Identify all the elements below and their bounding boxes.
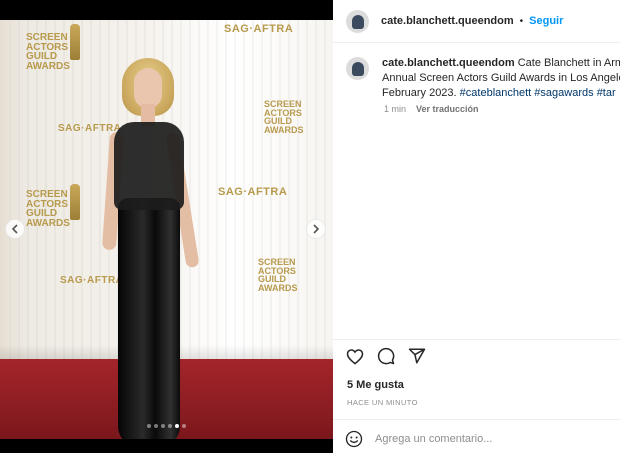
caption-meta: 1 min Ver traducción	[384, 104, 479, 114]
post-timestamp: HACE UN MINUTO	[347, 398, 418, 407]
sag-aftra-logo: SAG·AFTRA	[224, 23, 294, 35]
post-detail-panel: cate.blanchett.queendom • Seguir cate.bl…	[333, 0, 620, 453]
hashtag-link[interactable]: #tar	[597, 87, 616, 99]
carousel-dot	[147, 424, 151, 428]
caption-line-2: Annual Screen Actors Guild Awards in Los…	[382, 72, 620, 84]
hashtag-link[interactable]: #sagawards	[534, 87, 593, 99]
carousel-dot	[168, 424, 172, 428]
hashtag-link[interactable]: #cateblanchett	[460, 87, 532, 99]
divider	[333, 419, 620, 420]
sag-awards-logo: SCREEN ACTORS GUILD AWARDS	[26, 32, 70, 72]
carousel-dots	[0, 424, 333, 428]
post-photo[interactable]: SCREEN ACTORS GUILD AWARDS SAG·AFTRA SAG…	[0, 20, 333, 439]
caption-text: cate.blanchett.queendom Cate Blanchett i…	[382, 56, 620, 101]
follow-button[interactable]: Seguir	[529, 15, 563, 27]
caption-line-3-text: February 2023.	[382, 87, 457, 99]
actor-statue-icon	[70, 24, 80, 60]
caption-line-1: cate.blanchett.queendom Cate Blanchett i…	[382, 56, 620, 71]
heart-icon	[346, 348, 364, 365]
share-button[interactable]	[407, 346, 427, 366]
carousel-dot	[154, 424, 158, 428]
like-button[interactable]	[345, 346, 365, 366]
action-bar	[345, 346, 427, 366]
caption-line-3: February 2023. #cateblanchett #sagawards…	[382, 86, 620, 101]
face	[134, 68, 162, 108]
lace-bodice	[114, 122, 184, 210]
carousel-prev-button[interactable]	[5, 219, 25, 239]
sag-awards-logo: SCREEN ACTORS GUILD AWARDS	[26, 189, 70, 229]
post-media-area: SCREEN ACTORS GUILD AWARDS SAG·AFTRA SAG…	[0, 0, 333, 453]
comment-button[interactable]	[376, 346, 396, 366]
send-icon	[408, 348, 426, 364]
post-header: cate.blanchett.queendom • Seguir	[333, 0, 620, 43]
carousel-dot	[161, 424, 165, 428]
caption-line-1-text: Cate Blanchett in Armar	[517, 57, 620, 69]
carousel-dot	[175, 424, 179, 428]
person-figure	[101, 58, 214, 439]
post-caption: cate.blanchett.queendom Cate Blanchett i…	[346, 56, 620, 101]
black-gown	[118, 198, 180, 439]
comment-icon	[377, 347, 395, 365]
smiley-icon[interactable]	[345, 430, 363, 448]
caption-time: 1 min	[384, 104, 407, 114]
separator-dot: •	[519, 15, 524, 27]
comment-bar: Agrega un comentario...	[345, 430, 492, 448]
comment-input[interactable]: Agrega un comentario...	[375, 433, 492, 445]
caption-username[interactable]: cate.blanchett.queendom	[382, 57, 515, 69]
post-username[interactable]: cate.blanchett.queendom	[381, 15, 514, 27]
like-count[interactable]: 5 Me gusta	[347, 379, 404, 391]
actor-statue-icon	[70, 184, 80, 220]
see-translation-button[interactable]: Ver traducción	[416, 104, 479, 114]
avatar[interactable]	[346, 9, 369, 33]
sag-awards-logo: SCREEN ACTORS GUILD AWARDS	[264, 99, 304, 135]
chevron-left-icon	[11, 224, 18, 234]
carousel-next-button[interactable]	[306, 219, 326, 239]
divider	[333, 339, 620, 340]
chevron-right-icon	[313, 224, 320, 234]
carousel-dot	[182, 424, 186, 428]
avatar[interactable]	[346, 57, 369, 80]
sag-aftra-logo: SAG·AFTRA	[218, 186, 288, 198]
sag-awards-logo: SCREEN ACTORS GUILD AWARDS	[258, 257, 298, 293]
